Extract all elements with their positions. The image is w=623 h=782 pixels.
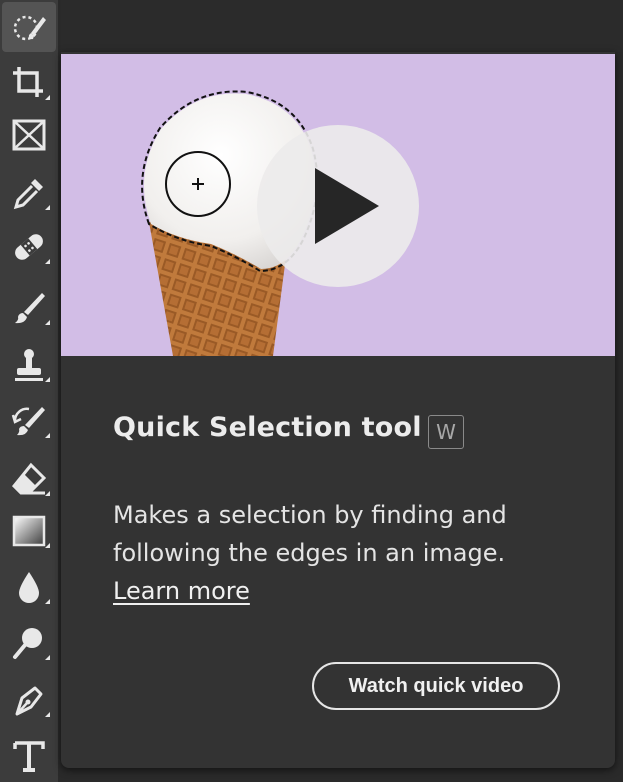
tool-group-indicator xyxy=(45,655,50,660)
eyedropper-icon xyxy=(13,179,43,210)
tools-panel xyxy=(0,0,61,782)
clone-stamp-icon xyxy=(15,349,43,381)
crop-icon xyxy=(13,67,43,97)
tool-group-indicator xyxy=(45,320,50,325)
tool-group-indicator xyxy=(45,259,50,264)
tool-title: Quick Selection tool xyxy=(113,412,422,443)
eraser-tool-button[interactable] xyxy=(2,454,56,504)
tool-group-indicator xyxy=(45,205,50,210)
pen-icon xyxy=(15,686,43,716)
brush-icon xyxy=(15,293,45,324)
eraser-icon xyxy=(11,462,47,495)
pen-tool-button[interactable] xyxy=(2,675,56,725)
tool-preview-video[interactable] xyxy=(61,54,615,356)
crop-tool-button[interactable] xyxy=(2,58,56,108)
frame-tool-button[interactable] xyxy=(2,110,56,160)
frame-icon xyxy=(12,119,46,151)
watch-quick-video-button[interactable]: Watch quick video xyxy=(312,662,560,710)
tool-group-indicator xyxy=(45,543,50,548)
quick-selection-tool-button[interactable] xyxy=(2,2,56,52)
tool-group-indicator xyxy=(45,377,50,382)
quick-selection-icon xyxy=(13,15,46,41)
preview-illustration xyxy=(141,90,419,356)
tool-group-indicator xyxy=(45,599,50,604)
healing-brush-icon xyxy=(15,234,43,260)
rich-tooltip-popup: Quick Selection tool W Makes a selection… xyxy=(61,52,615,768)
tool-group-indicator xyxy=(45,95,50,100)
brush-tool-button[interactable] xyxy=(2,283,56,333)
play-button[interactable] xyxy=(257,125,419,287)
history-brush-tool-button[interactable] xyxy=(2,396,56,446)
clone-stamp-tool-button[interactable] xyxy=(2,340,56,390)
panel-background xyxy=(61,0,623,52)
tool-group-indicator xyxy=(45,712,50,717)
tool-description: Makes a selection by finding and followi… xyxy=(113,501,507,567)
tool-group-indicator xyxy=(45,491,50,496)
learn-more-link[interactable]: Learn more xyxy=(113,572,250,610)
shortcut-key-badge: W xyxy=(428,415,464,449)
eyedropper-tool-button[interactable] xyxy=(2,168,56,218)
type-icon xyxy=(13,741,45,772)
gradient-icon xyxy=(12,515,46,547)
healing-brush-tool-button[interactable] xyxy=(2,222,56,272)
gradient-tool-button[interactable] xyxy=(2,506,56,556)
tool-group-indicator xyxy=(45,433,50,438)
dodge-icon xyxy=(13,628,42,659)
blur-icon xyxy=(19,572,39,603)
history-brush-icon xyxy=(11,407,45,436)
blur-tool-button[interactable] xyxy=(2,562,56,612)
dodge-tool-button[interactable] xyxy=(2,618,56,668)
type-tool-button[interactable] xyxy=(2,730,56,780)
